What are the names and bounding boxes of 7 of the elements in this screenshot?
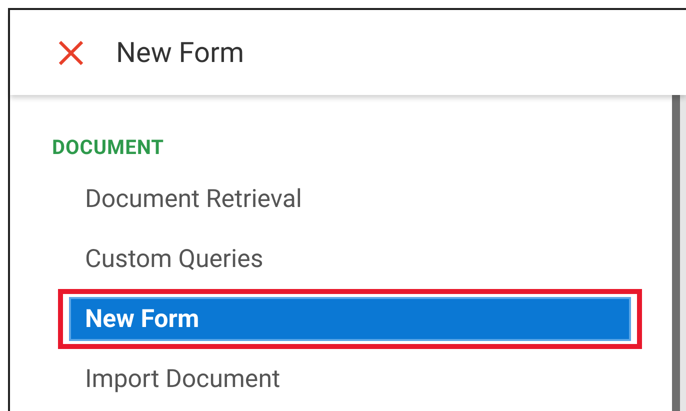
- menu-item[interactable]: Document Retrieval: [69, 177, 631, 221]
- menu-item[interactable]: Import Document: [69, 357, 631, 401]
- menu-item[interactable]: Custom Queries: [69, 237, 631, 281]
- menu-item[interactable]: New Form: [69, 297, 631, 341]
- scrollbar[interactable]: [672, 95, 686, 411]
- form-title: New Form: [116, 36, 244, 69]
- section-heading: DOCUMENT: [52, 135, 166, 159]
